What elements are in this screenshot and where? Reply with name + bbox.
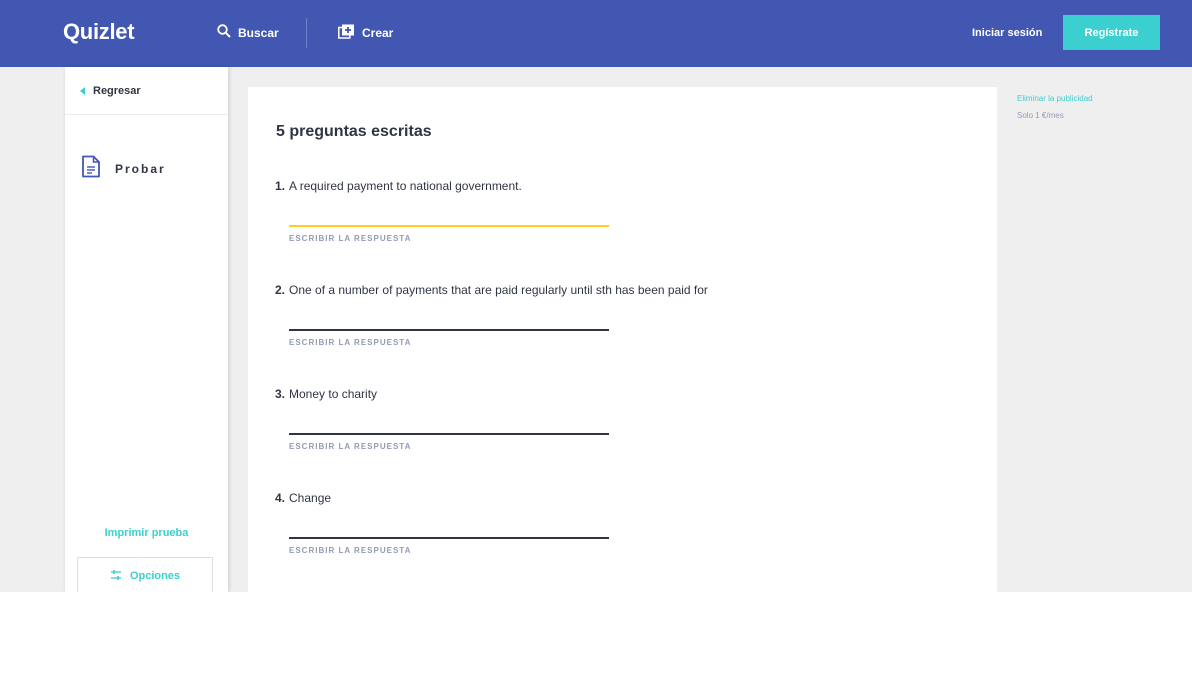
question-text: 2. One of a number of payments that are p…: [275, 283, 975, 297]
answer-label: ESCRIBIR LA RESPUESTA: [289, 234, 412, 243]
answer-label: ESCRIBIR LA RESPUESTA: [289, 546, 412, 555]
create-button[interactable]: Crear: [338, 24, 393, 42]
create-set-icon: [338, 24, 362, 42]
question-number: 3.: [275, 387, 286, 401]
question-item: 4. Change ESCRIBIR LA RESPUESTA: [275, 491, 975, 555]
create-label: Crear: [362, 26, 394, 40]
question-text: 4. Change: [275, 491, 975, 505]
question-text: 3. Money to charity: [275, 387, 975, 401]
answer-label: ESCRIBIR LA RESPUESTA: [289, 338, 412, 347]
test-sidebar: Regresar Probar Imprimir prueba Opciones: [65, 67, 228, 592]
print-test-link[interactable]: Imprimir prueba: [65, 527, 228, 539]
options-label: Opciones: [129, 570, 181, 582]
question-item: 2. One of a number of payments that are p…: [275, 283, 975, 347]
ad-price-text: Solo 1 €/mes: [1017, 111, 1064, 120]
answer-label: ESCRIBIR LA RESPUESTA: [289, 442, 412, 451]
question-prompt: A required payment to national governmen…: [289, 179, 522, 193]
test-mode-label: Probar: [115, 162, 166, 176]
quizlet-logo[interactable]: Quizlet: [63, 19, 135, 45]
answer-input[interactable]: [289, 309, 609, 331]
answer-input[interactable]: [289, 413, 609, 435]
test-title: 5 preguntas escritas: [276, 123, 432, 140]
options-button[interactable]: Opciones: [77, 557, 213, 592]
answer-input[interactable]: [289, 517, 609, 539]
document-icon: [81, 155, 101, 183]
answer-input[interactable]: [289, 205, 609, 227]
back-label: Regresar: [93, 85, 141, 97]
question-prompt: Change: [289, 491, 332, 505]
remove-ads-link[interactable]: Eliminar la publicidad: [1017, 94, 1093, 103]
back-arrow-icon: [80, 87, 85, 95]
top-navigation-bar: Quizlet Buscar Crear Iniciar sesión Regí…: [0, 0, 1192, 67]
search-icon: [217, 24, 238, 41]
search-label: Buscar: [238, 25, 279, 40]
sliders-icon: [110, 569, 130, 584]
question-prompt: One of a number of payments that are pai…: [289, 283, 708, 297]
back-link[interactable]: Regresar: [80, 85, 141, 97]
nav-divider: [306, 18, 307, 48]
question-number: 4.: [275, 491, 286, 505]
sidebar-divider: [65, 114, 228, 115]
question-item: 1. A required payment to national governm…: [275, 179, 975, 243]
app-screen: Quizlet Buscar Crear Iniciar sesión Regí…: [0, 0, 1192, 592]
test-mode-item[interactable]: Probar: [81, 155, 166, 183]
test-card: 5 preguntas escritas 1. A required paymen…: [248, 87, 997, 592]
question-text: 1. A required payment to national governm…: [275, 179, 975, 193]
question-prompt: Money to charity: [289, 387, 378, 401]
signup-button[interactable]: Regístrate: [1063, 15, 1160, 50]
question-number: 2.: [275, 283, 286, 297]
search-button[interactable]: Buscar: [217, 24, 279, 41]
question-number: 1.: [275, 179, 286, 193]
login-link[interactable]: Iniciar sesión: [972, 27, 1042, 39]
question-item: 3. Money to charity ESCRIBIR LA RESPUESTA: [275, 387, 975, 451]
